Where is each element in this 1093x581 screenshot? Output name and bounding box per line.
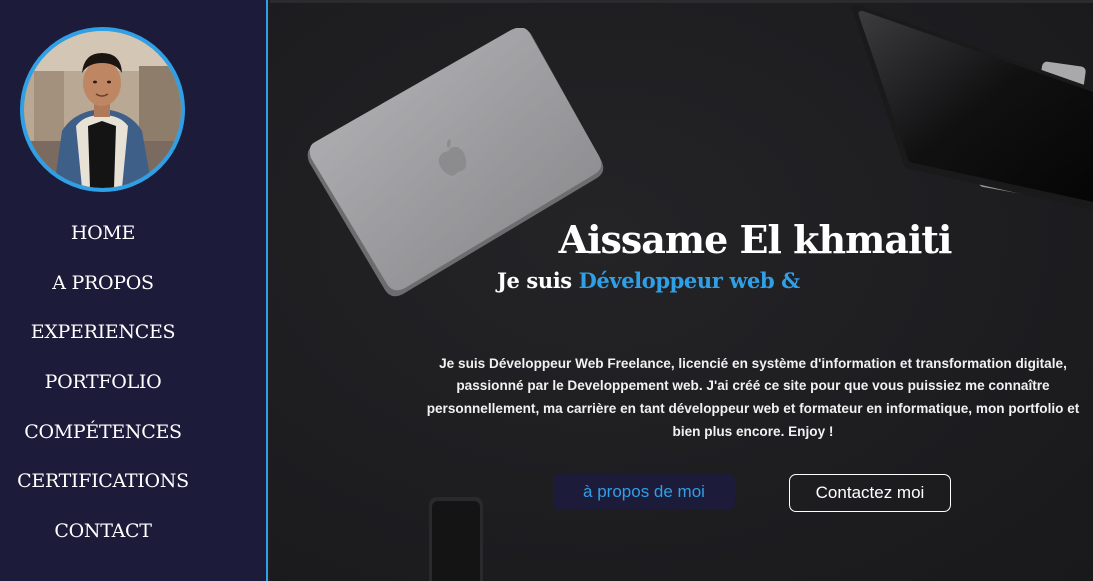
- sidebar: HOME A PROPOS EXPERIENCES PORTFOLIO COMP…: [0, 0, 268, 581]
- hero-name: Aissame El khmaiti: [558, 217, 953, 263]
- hero-bio: Je suis Développeur Web Freelance, licen…: [426, 355, 1080, 439]
- tagline-role: Développeur web &: [578, 268, 800, 293]
- tagline-lead: Je suis: [497, 268, 572, 293]
- avatar: [20, 27, 185, 192]
- monitor-icon: [851, 5, 1093, 210]
- nav-item-competences[interactable]: COMPÉTENCES: [0, 407, 206, 457]
- phone-icon: [429, 497, 483, 581]
- nav-item-home[interactable]: HOME: [0, 208, 206, 258]
- main-nav: HOME A PROPOS EXPERIENCES PORTFOLIO COMP…: [0, 208, 206, 556]
- nav-item-certifications[interactable]: CERTIFICATIONS: [0, 456, 206, 506]
- nav-item-portfolio[interactable]: PORTFOLIO: [0, 357, 206, 407]
- nav-item-experiences[interactable]: EXPERIENCES: [0, 307, 206, 357]
- portfolio-page: HOME A PROPOS EXPERIENCES PORTFOLIO COMP…: [0, 0, 1093, 581]
- nav-item-a-propos[interactable]: A PROPOS: [0, 258, 206, 308]
- contact-me-button[interactable]: Contactez moi: [789, 474, 951, 512]
- about-me-button[interactable]: à propos de moi: [553, 474, 735, 510]
- profile-photo-icon: [24, 31, 181, 188]
- hero-tagline: Je suis Développeur web &: [497, 268, 800, 293]
- nav-item-contact[interactable]: CONTACT: [0, 506, 206, 556]
